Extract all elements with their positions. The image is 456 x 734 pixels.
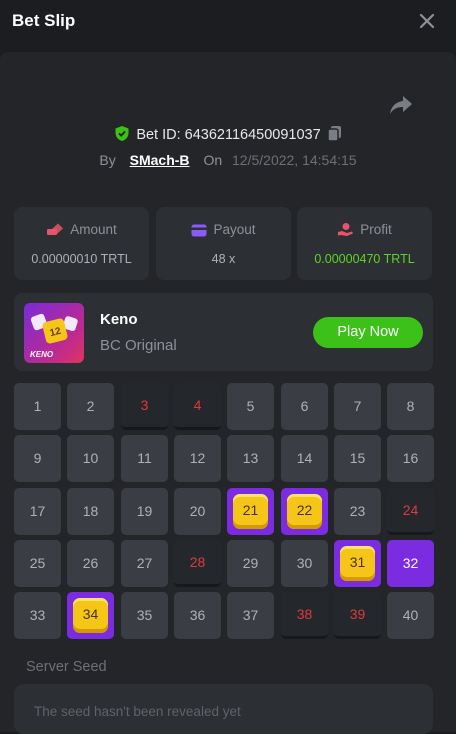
keno-cell: 25: [14, 540, 61, 587]
keno-cell-hit: 21: [227, 488, 274, 535]
by-label: By: [99, 152, 116, 168]
keno-cell: 40: [387, 592, 434, 639]
shield-check-icon: [115, 126, 129, 141]
play-now-button[interactable]: Play Now: [313, 317, 423, 348]
keno-cell-number: 31: [340, 546, 375, 581]
amount-label: Amount: [70, 222, 117, 237]
keno-cell: 15: [334, 435, 381, 482]
keno-cell: 23: [334, 488, 381, 535]
keno-cell: 1: [14, 383, 61, 430]
page-title: Bet Slip: [12, 11, 76, 30]
keno-cell-drawn: 28: [174, 540, 221, 587]
copy-icon[interactable]: [326, 125, 342, 142]
bet-id-row: Bet ID: 64362116450091037: [0, 125, 456, 143]
hand-coins-icon: [338, 223, 354, 236]
keno-cell-drawn: 4: [174, 383, 221, 430]
game-name: Keno: [100, 311, 138, 328]
close-icon[interactable]: [416, 10, 438, 32]
amount-value: 0.00000010 TRTL: [31, 252, 132, 266]
payout-label: Payout: [213, 222, 256, 237]
keno-cell: 16: [387, 435, 434, 482]
keno-cell-drawn: 24: [387, 488, 434, 535]
profit-card: Profit 0.00000470 TRTL: [297, 207, 432, 280]
server-seed-field: The seed hasn't been revealed yet: [14, 684, 433, 734]
keno-number-grid: 1 2 3 4 5 6 7 8 9 10 11 12 13 14 15 16 17 18 19 20 21 22 23 24 2…: [14, 383, 434, 641]
share-icon[interactable]: [388, 93, 414, 117]
keno-cell: 18: [67, 488, 114, 535]
keno-cell: 8: [387, 383, 434, 430]
keno-cell: 11: [121, 435, 168, 482]
keno-cell-drawn: 3: [121, 383, 168, 430]
keno-cell: 2: [67, 383, 114, 430]
keno-cell-drawn: 39: [334, 592, 381, 639]
bet-timestamp: 12/5/2022, 14:54:15: [232, 152, 357, 168]
keno-cell: 6: [281, 383, 328, 430]
payout-card: Payout 48 x: [156, 207, 291, 280]
keno-cell-hit: 31: [334, 540, 381, 587]
keno-game-thumbnail: 12 KENO: [24, 303, 84, 363]
keno-cell-number: 34: [73, 598, 108, 633]
card-icon: [191, 224, 207, 237]
keno-cell: 33: [14, 592, 61, 639]
keno-cell-picked: 32: [387, 540, 434, 587]
profit-value: 0.00000470 TRTL: [314, 252, 415, 266]
keno-cell: 36: [174, 592, 221, 639]
bet-id: Bet ID: 64362116450091037: [136, 127, 321, 143]
payout-value: 48 x: [211, 252, 236, 266]
keno-cell: 29: [227, 540, 274, 587]
keno-cell: 10: [67, 435, 114, 482]
on-label: On: [203, 152, 223, 168]
keno-cell: 26: [67, 540, 114, 587]
bet-byline: By SMach-B On 12/5/2022, 14:54:15: [0, 152, 456, 168]
bet-slip-header: Bet Slip: [0, 0, 456, 44]
keno-cell: 30: [281, 540, 328, 587]
keno-cell: 19: [121, 488, 168, 535]
profit-label: Profit: [360, 222, 392, 237]
keno-cell: 7: [334, 383, 381, 430]
keno-cell: 9: [14, 435, 61, 482]
coins-icon: [47, 223, 64, 235]
player-name-link[interactable]: SMach-B: [130, 152, 190, 168]
server-seed-value: The seed hasn't been revealed yet: [34, 704, 241, 719]
keno-cell-drawn: 38: [281, 592, 328, 639]
game-provider: BC Original: [100, 337, 177, 354]
keno-cell: 27: [121, 540, 168, 587]
keno-cell-hit: 22: [281, 488, 328, 535]
game-card: 12 KENO Keno BC Original Play Now: [14, 293, 433, 371]
keno-cell: 14: [281, 435, 328, 482]
keno-cell: 17: [14, 488, 61, 535]
keno-cell: 37: [227, 592, 274, 639]
keno-cell-hit: 34: [67, 592, 114, 639]
server-seed-label: Server Seed: [26, 659, 107, 675]
keno-cell: 5: [227, 383, 274, 430]
thumb-game-logo: KENO: [30, 350, 54, 359]
amount-card: Amount 0.00000010 TRTL: [14, 207, 149, 280]
keno-cell: 13: [227, 435, 274, 482]
keno-cell: 12: [174, 435, 221, 482]
keno-cell: 20: [174, 488, 221, 535]
keno-cell-number: 21: [233, 494, 268, 529]
keno-cell: 35: [121, 592, 168, 639]
keno-cell-number: 22: [287, 494, 322, 529]
dice-icon: 12 KENO: [30, 313, 78, 359]
